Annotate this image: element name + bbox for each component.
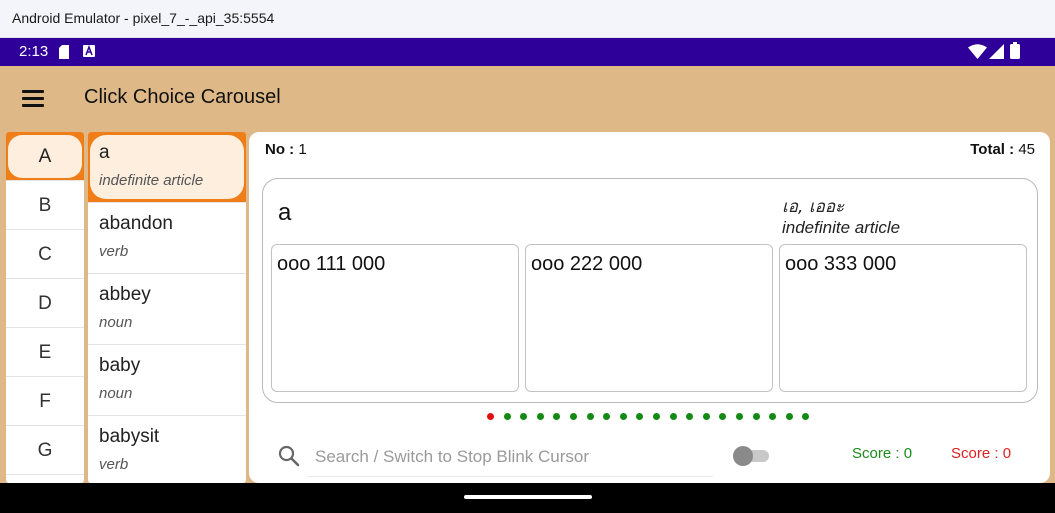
word-item[interactable]: baby noun (88, 345, 246, 416)
word-item[interactable]: abbey noun (88, 274, 246, 345)
letter-item-a[interactable]: A (6, 132, 84, 181)
carousel-dot (520, 413, 528, 420)
carousel-dot (503, 413, 511, 420)
score-wrong: Score : 0 (951, 445, 1011, 462)
signal-icon (989, 44, 1004, 59)
word-pos: noun (99, 385, 133, 402)
score-correct-value: 0 (903, 445, 913, 462)
question-number-label: No : (265, 141, 295, 158)
choice-label: ooo 222 000 (531, 253, 643, 275)
total-count: Total : 45 (970, 141, 1035, 158)
choice-label: ooo 111 000 (277, 253, 386, 275)
word-pos: indefinite article (99, 172, 204, 189)
emulator-window: Android Emulator - pixel_7_-_api_35:5554… (0, 0, 1055, 513)
total-count-label: Total : (970, 141, 1015, 158)
letter-item-b[interactable]: B (6, 181, 84, 230)
score-wrong-label: Score : (951, 445, 999, 462)
letter-item-e[interactable]: E (6, 328, 84, 377)
total-count-value: 45 (1018, 141, 1035, 158)
word-pos: noun (99, 314, 133, 331)
letter-list[interactable]: A B C D E F G (6, 132, 84, 483)
search-icon (278, 445, 300, 467)
window-title: Android Emulator - pixel_7_-_api_35:5554 (12, 10, 275, 26)
carousel-dot (536, 413, 544, 420)
quiz-panel: No : 1 Total : 45 a เอ, เออะ indefinite … (249, 132, 1050, 483)
carousel-dot (736, 413, 743, 420)
word-list[interactable]: a indefinite article abandon verb abbey … (88, 132, 246, 483)
menu-icon-line (22, 97, 44, 100)
carousel-dot (719, 413, 727, 420)
status-bar: 2:13 (0, 38, 1055, 66)
content-area: A B C D E F G a indefinite article aband… (0, 132, 1055, 483)
choice-button-3[interactable]: ooo 333 000 (779, 244, 1027, 392)
choice-button-1[interactable]: ooo 111 000 (271, 244, 519, 392)
battery-icon (1010, 42, 1020, 59)
carousel-dot (769, 413, 777, 420)
letter-item-d[interactable]: D (6, 279, 84, 328)
menu-button[interactable] (16, 85, 50, 113)
word-text: a (99, 142, 110, 163)
status-time: 2:13 (19, 43, 49, 60)
choice-label: ooo 333 000 (785, 253, 897, 275)
window-title-bar: Android Emulator - pixel_7_-_api_35:5554 (0, 0, 1055, 38)
carousel-dot (570, 413, 577, 420)
letter-label: E (38, 342, 52, 363)
navigation-bar (0, 483, 1055, 513)
menu-icon (22, 90, 44, 93)
letter-item-c[interactable]: C (6, 230, 84, 279)
wifi-icon (968, 44, 987, 59)
question-number: No : 1 (265, 141, 307, 158)
choice-button-2[interactable]: ooo 222 000 (525, 244, 773, 392)
carousel-dot-active (487, 413, 494, 420)
letter-label: D (38, 293, 52, 314)
carousel-dot (586, 413, 594, 420)
carousel-dot (686, 413, 694, 420)
question-card: a เอ, เออะ indefinite article ooo 111 00… (262, 178, 1038, 403)
sd-card-icon (59, 45, 69, 59)
menu-icon-line (22, 104, 44, 107)
carousel-dot (653, 413, 660, 420)
carousel-dot (619, 413, 627, 420)
word-item[interactable]: babysit verb (88, 416, 246, 483)
carousel-dot (636, 413, 644, 420)
carousel-dot (702, 413, 710, 420)
card-pos: indefinite article (782, 218, 901, 237)
letter-label: C (38, 244, 52, 265)
app-title: Click Choice Carousel (84, 86, 281, 108)
word-text: babysit (99, 426, 160, 447)
letter-label: B (38, 195, 52, 216)
letter-item-g[interactable]: G (6, 426, 84, 475)
carousel-dot (603, 413, 611, 420)
word-pos: verb (99, 243, 129, 260)
selected-highlight (90, 135, 244, 199)
card-translation: เอ, เออะ (782, 197, 845, 217)
letter-item-f[interactable]: F (6, 377, 84, 426)
app-bar: Click Choice Carousel (0, 66, 1055, 132)
word-text: abandon (99, 213, 173, 234)
word-pos: verb (99, 456, 129, 473)
carousel-dot (785, 413, 793, 420)
blink-cursor-toggle[interactable] (733, 446, 771, 466)
word-text: abbey (99, 284, 151, 305)
question-number-value: 1 (298, 141, 307, 158)
letter-label: A (8, 135, 82, 178)
score-wrong-value: 0 (1002, 445, 1012, 462)
search-input[interactable] (307, 437, 713, 477)
letter-label: G (37, 440, 53, 461)
word-text: baby (99, 355, 141, 376)
text-icon (83, 45, 95, 57)
carousel-dot (669, 413, 677, 420)
carousel-dot (802, 413, 810, 420)
word-item[interactable]: abandon verb (88, 203, 246, 274)
word-item[interactable]: a indefinite article (88, 132, 246, 203)
score-correct-label: Score : (852, 445, 900, 462)
toggle-thumb (733, 446, 753, 466)
letter-label: F (39, 391, 51, 412)
carousel-dot (752, 413, 760, 420)
card-word: a (278, 199, 292, 226)
carousel-dot (553, 413, 561, 420)
home-gesture-handle[interactable] (464, 495, 592, 499)
score-correct: Score : 0 (852, 445, 912, 462)
